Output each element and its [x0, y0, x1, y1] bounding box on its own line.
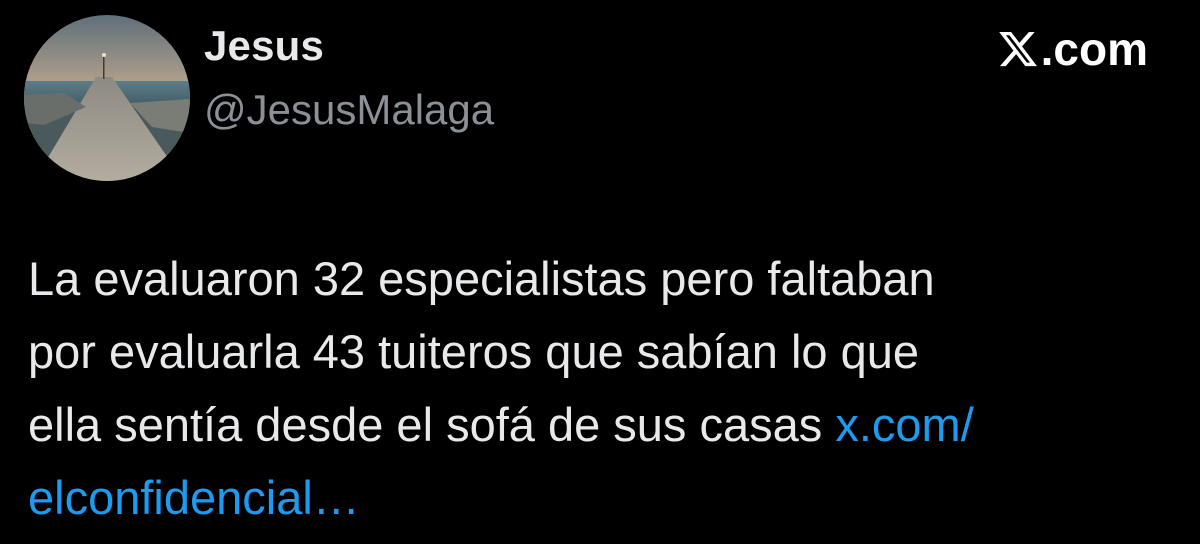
avatar[interactable] — [24, 15, 190, 181]
brand-text: .com — [1040, 23, 1148, 75]
tweet-line-1: La evaluaron 32 especialistas pero falta… — [28, 252, 935, 305]
tweet-link-part-1[interactable]: x.com/ — [835, 398, 973, 451]
tweet-link-part-2[interactable]: elconfidencial… — [28, 461, 1178, 534]
x-logo-icon — [998, 31, 1037, 67]
tweet-line-2: por evaluarla 43 tuiteros que sabían lo … — [28, 325, 920, 378]
x-com-brand[interactable]: .com — [997, 22, 1148, 76]
avatar-image — [24, 15, 190, 181]
author-handle[interactable]: @JesusMalaga — [204, 86, 494, 134]
tweet-text: La evaluaron 32 especialistas pero falta… — [28, 242, 1178, 534]
tweet-line-3: ella sentía desde el sofá de sus casas x… — [28, 388, 1178, 461]
tweet-line-3-text: ella sentía desde el sofá de sus casas — [28, 398, 836, 451]
author-display-name[interactable]: Jesus — [204, 22, 324, 70]
